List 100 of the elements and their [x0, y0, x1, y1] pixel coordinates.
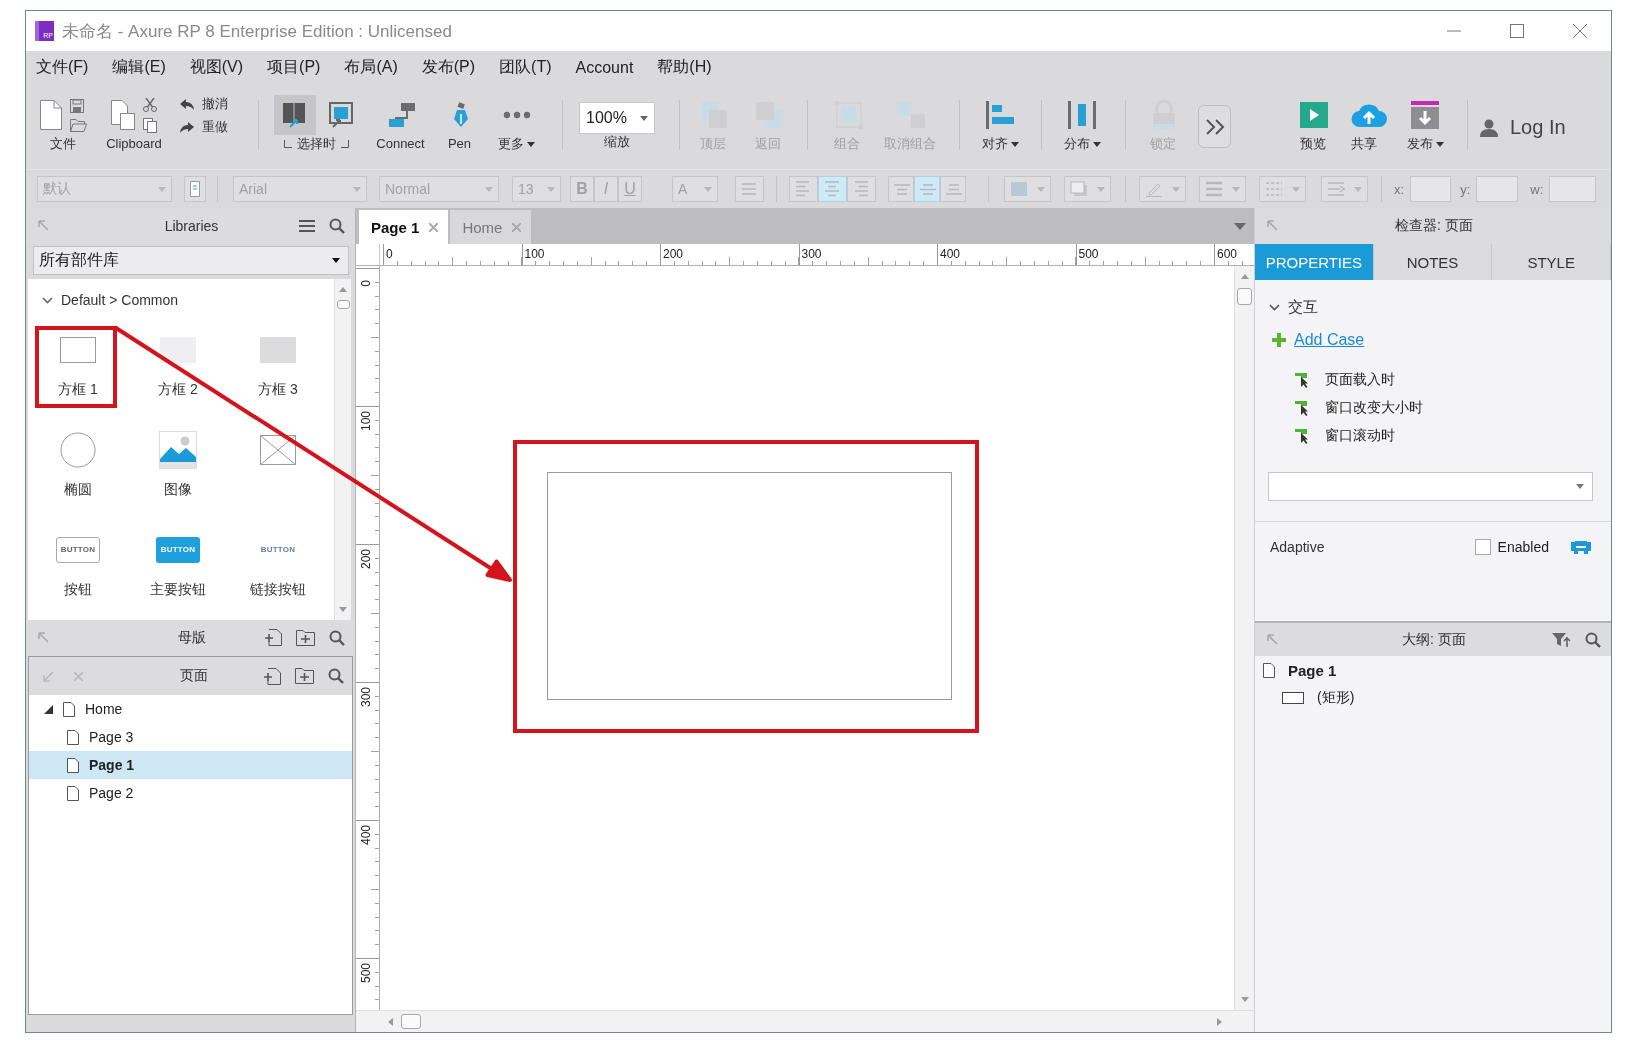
library-widget[interactable]: 图像: [128, 417, 228, 517]
enabled-checkbox[interactable]: Enabled: [1474, 539, 1549, 555]
align-button[interactable]: 对齐: [979, 94, 1021, 154]
scroll-left-icon[interactable]: [388, 1017, 393, 1026]
page-tree-item[interactable]: Page 1: [29, 751, 352, 779]
add-folder-icon[interactable]: [296, 629, 315, 646]
caret-icon: [353, 186, 361, 192]
library-group-header[interactable]: Default > Common: [28, 279, 334, 317]
coordinate-field[interactable]: [1410, 176, 1452, 202]
menu-item[interactable]: Account: [567, 55, 642, 80]
library-select[interactable]: 所有部件库: [33, 246, 349, 275]
arrow-up-left-icon[interactable]: [1267, 220, 1279, 232]
copy-icon[interactable]: [143, 117, 157, 133]
search-icon[interactable]: [1585, 631, 1601, 648]
menu-item[interactable]: 视图(V): [181, 54, 252, 81]
search-icon[interactable]: [328, 668, 344, 684]
add-page-icon[interactable]: [264, 667, 281, 685]
vertical-scrollbar[interactable]: [334, 279, 351, 620]
outline-item[interactable]: Page 1: [1255, 656, 1611, 684]
dropdown-field[interactable]: [1268, 472, 1593, 501]
select-tool-button[interactable]: [274, 95, 316, 135]
menu-item[interactable]: 帮助(H): [649, 54, 720, 81]
library-widget[interactable]: 椭圆: [28, 417, 128, 517]
scroll-up-icon[interactable]: [339, 287, 347, 292]
minimize-icon[interactable]: [1446, 30, 1461, 32]
menu-item[interactable]: 布局(A): [336, 54, 406, 81]
cut-icon[interactable]: [143, 97, 157, 112]
connect-button[interactable]: Connect: [376, 94, 428, 154]
preview-button[interactable]: 预览: [1297, 94, 1331, 154]
menu-item[interactable]: 文件(F): [28, 54, 97, 81]
share-button[interactable]: 共享: [1349, 94, 1389, 154]
toolbar-group-label: 选择时: [296, 136, 336, 152]
library-widget[interactable]: BUTTON 链接按钮: [228, 517, 328, 617]
page-tree-item[interactable]: Home: [29, 695, 352, 723]
paste-icon[interactable]: [111, 100, 135, 130]
scroll-up-icon[interactable]: [1240, 274, 1249, 279]
add-folder-icon[interactable]: [295, 668, 314, 684]
scroll-down-icon[interactable]: [339, 607, 347, 612]
close-icon[interactable]: [1572, 24, 1587, 38]
search-icon[interactable]: [329, 218, 345, 234]
outline-item[interactable]: (矩形): [1255, 684, 1611, 712]
ruler-label: 500: [1078, 247, 1099, 261]
arrow-up-left-icon[interactable]: [1267, 633, 1279, 646]
library-widget[interactable]: 方框 2: [128, 317, 228, 417]
library-widget[interactable]: 方框 1: [28, 317, 128, 417]
more-button[interactable]: 更多: [496, 94, 537, 154]
scroll-down-icon[interactable]: [1240, 997, 1249, 1002]
expand-triangle-icon[interactable]: [43, 704, 53, 714]
coordinate-field[interactable]: [1476, 176, 1519, 202]
section-header[interactable]: 交互: [1255, 294, 1611, 320]
menu-item[interactable]: 团队(T): [491, 54, 560, 81]
library-widget[interactable]: BUTTON 按钮: [28, 517, 128, 617]
arrow-up-left-icon[interactable]: [38, 631, 50, 644]
scrollbar-thumb[interactable]: [1237, 288, 1252, 305]
publish-button[interactable]: 发布: [1403, 94, 1447, 154]
zoom-select[interactable]: 100%: [579, 102, 655, 134]
folder-icon[interactable]: [69, 118, 87, 132]
distribute-button[interactable]: 分布: [1061, 94, 1103, 154]
dots-icon: [502, 111, 531, 119]
search-icon[interactable]: [329, 629, 345, 646]
pen-button[interactable]: Pen: [444, 94, 478, 154]
square-pointer-icon: [282, 102, 308, 128]
scrollbar-thumb[interactable]: [336, 300, 350, 309]
library-widget[interactable]: BUTTON 主要按钮: [128, 517, 228, 617]
library-widget[interactable]: 方框 3: [228, 317, 328, 417]
caret-icon[interactable]: [1234, 222, 1246, 230]
more-tools-button[interactable]: [1198, 105, 1231, 148]
ruler-label: 600: [1217, 247, 1238, 261]
checkbox[interactable]: [1474, 539, 1491, 555]
page-tree-item[interactable]: Page 2: [29, 779, 352, 807]
event-item[interactable]: 窗口改变大小时: [1255, 394, 1611, 422]
new-page-icon[interactable]: [39, 100, 62, 130]
menu-item[interactable]: 编辑(E): [104, 54, 174, 81]
horizontal-scrollbar[interactable]: [356, 1010, 1254, 1032]
menu-item[interactable]: 发布(P): [413, 54, 484, 81]
scrollbar-thumb[interactable]: [401, 1014, 421, 1029]
caret-icon: [704, 186, 712, 192]
add-page-icon[interactable]: [265, 629, 282, 646]
close-icon[interactable]: [429, 222, 439, 232]
filter-icon[interactable]: [1552, 631, 1571, 648]
devices-icon[interactable]: [1571, 540, 1591, 554]
scroll-right-icon[interactable]: [1217, 1017, 1222, 1026]
vertical-scrollbar[interactable]: [1234, 266, 1254, 1010]
save-icon[interactable]: [69, 98, 84, 113]
menu-item[interactable]: 项目(P): [259, 54, 329, 81]
menu-icon[interactable]: [299, 219, 315, 233]
undo-button[interactable]: 撤消: [180, 94, 238, 114]
arrow-up-left-icon[interactable]: [38, 220, 50, 232]
login-button[interactable]: Log In: [1480, 116, 1566, 139]
event-item[interactable]: 窗口滚动时: [1255, 422, 1611, 450]
bracket-icon: [283, 140, 292, 148]
event-item[interactable]: 页面载入时: [1255, 366, 1611, 394]
redo-button[interactable]: 重做: [180, 117, 238, 137]
maximize-icon[interactable]: [1509, 24, 1524, 38]
page-tree-item[interactable]: Page 3: [29, 723, 352, 751]
caret-icon: [547, 186, 555, 192]
document-tab[interactable]: Page 1: [359, 210, 449, 244]
toolbar-group-label: Clipboard: [106, 136, 162, 152]
arrow-icon[interactable]: [43, 670, 54, 682]
coordinate-field[interactable]: [1549, 176, 1597, 202]
